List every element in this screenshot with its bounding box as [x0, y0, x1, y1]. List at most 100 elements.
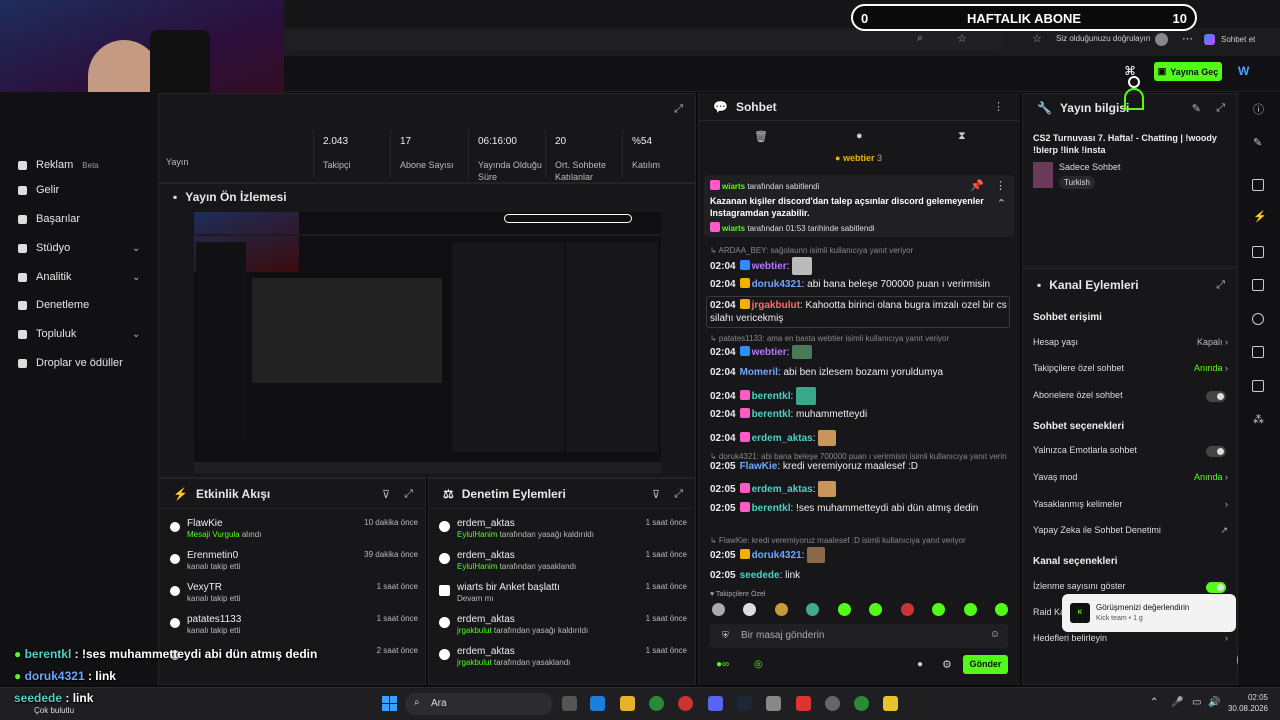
- chat-message[interactable]: 02:05 berentkl: !ses muhammetteydi abi dü…: [710, 502, 1010, 515]
- favorite-icon[interactable]: ☆: [957, 32, 967, 45]
- setting-followers-chat[interactable]: Takipçilere özel sohbet Anında ›: [1033, 363, 1228, 379]
- network-icon[interactable]: ▭: [1192, 697, 1201, 708]
- sidebar-item-analitik[interactable]: Analitik: [18, 268, 71, 286]
- chat-message[interactable]: 02:05 FlawKie: kredi veremiyoruz maalesef…: [710, 460, 1010, 473]
- play-icon[interactable]: [1252, 313, 1264, 325]
- subs-chat-toggle[interactable]: [1206, 391, 1226, 402]
- setting-emote-only[interactable]: Yalnızca Emotlarla sohbet: [1033, 445, 1228, 461]
- calculator-icon[interactable]: [766, 696, 781, 711]
- sidebar-item-studyo[interactable]: Stüdyo: [18, 239, 70, 257]
- volume-icon[interactable]: 🔊: [1208, 697, 1220, 708]
- app-icon[interactable]: [825, 696, 840, 711]
- filter-icon[interactable]: ⊽: [652, 488, 660, 501]
- stream-preview-video[interactable]: [194, 212, 661, 474]
- chat-icon[interactable]: [1252, 279, 1264, 291]
- task-view-icon[interactable]: [562, 696, 577, 711]
- chat-message[interactable]: 02:04 webtier:: [710, 257, 1010, 275]
- microphone-icon[interactable]: 🎤: [1171, 697, 1183, 708]
- emote-icon[interactable]: [932, 603, 946, 616]
- calendar-icon[interactable]: [1252, 346, 1264, 358]
- bolt-icon[interactable]: ⚡: [1253, 210, 1267, 223]
- emote-icon[interactable]: [743, 603, 757, 616]
- wrench-icon[interactable]: [1252, 380, 1264, 392]
- msg-user[interactable]: doruk4321: [752, 279, 802, 290]
- video-icon[interactable]: [796, 696, 811, 711]
- list-icon[interactable]: [1252, 246, 1264, 258]
- chat-message[interactable]: 02:04 berentkl:: [710, 387, 1010, 405]
- app-icon[interactable]: [678, 696, 693, 711]
- address-bar[interactable]: [284, 30, 1004, 50]
- app-logo-icon[interactable]: W: [1238, 64, 1249, 78]
- emote-icon[interactable]: [900, 603, 914, 616]
- chat-message[interactable]: 02:04 erdem_aktas:: [710, 430, 1010, 446]
- profile-avatar-icon[interactable]: [1155, 33, 1168, 46]
- chat-input-placeholder[interactable]: Bir masaj gönderin: [741, 630, 824, 641]
- msg-user[interactable]: erdem_aktas: [752, 433, 813, 444]
- chevron-up-icon[interactable]: ⌃: [1150, 697, 1158, 708]
- msg-user[interactable]: jrgakbulut: [752, 300, 800, 311]
- show-viewers-toggle[interactable]: [1206, 582, 1226, 593]
- chat-input[interactable]: ⛨ Bir masaj gönderin ☺: [710, 624, 1008, 648]
- go-live-button[interactable]: ▣ Yayına Geç: [1154, 62, 1222, 81]
- sidebar-item-droplar[interactable]: Droplar ve ödüller: [18, 354, 123, 372]
- expand-icon[interactable]: ⤢: [404, 488, 413, 501]
- chevron-down-icon[interactable]: ⌄: [132, 243, 140, 254]
- chat-message[interactable]: 02:04 Momeril: abi ben izlesem bozamı yor…: [710, 366, 1010, 379]
- pencil-icon[interactable]: ✎: [1253, 136, 1262, 149]
- expand-icon[interactable]: ⤢: [674, 103, 683, 116]
- setting-account-age[interactable]: Hesap yaşı Kapalı ›: [1033, 337, 1228, 353]
- emote-icon[interactable]: [994, 603, 1008, 616]
- filter-icon[interactable]: ⊽: [382, 488, 390, 501]
- msg-user[interactable]: doruk4321: [752, 550, 802, 561]
- share-icon[interactable]: ⁂: [1253, 413, 1264, 426]
- chat-bubble-icon[interactable]: ●: [917, 659, 923, 670]
- sidebar-item-basarilar[interactable]: Başarılar: [18, 210, 80, 228]
- trash-icon[interactable]: 🗑: [754, 130, 768, 143]
- file-explorer-icon[interactable]: [620, 696, 635, 711]
- more-icon[interactable]: ⋯: [1182, 32, 1193, 45]
- app-icon[interactable]: [854, 696, 869, 711]
- msg-user[interactable]: berentkl: [752, 409, 791, 420]
- favorites-list-icon[interactable]: ☆: [1032, 32, 1042, 45]
- sidebar-item-topluluk[interactable]: Topluluk: [18, 325, 76, 343]
- emote-icon[interactable]: [963, 603, 977, 616]
- chevron-down-icon[interactable]: ⌄: [132, 272, 140, 283]
- msg-user[interactable]: webtier: [752, 347, 787, 358]
- info-icon[interactable]: ⓘ: [1253, 101, 1264, 117]
- emote-icon[interactable]: [806, 603, 820, 616]
- emote-icon[interactable]: [712, 603, 725, 616]
- discord-icon[interactable]: [708, 696, 723, 711]
- gear-icon[interactable]: ⚙: [942, 658, 952, 671]
- chevron-down-icon[interactable]: ⌄: [132, 329, 140, 340]
- emoji-picker-icon[interactable]: ☺: [990, 629, 1000, 640]
- chat-message[interactable]: 02:04 doruk4321: abi bana beleşe 700000 p…: [710, 278, 1010, 291]
- pin-icon[interactable]: 📌: [970, 179, 984, 192]
- chat-message[interactable]: 02:05 seedede: link: [710, 569, 1010, 582]
- msg-user[interactable]: webtier: [752, 261, 787, 272]
- emote-icon[interactable]: [837, 603, 851, 616]
- sidebar-item-denetleme[interactable]: Denetleme: [18, 296, 89, 314]
- expand-icon[interactable]: ⤢: [1216, 102, 1225, 115]
- msg-user[interactable]: erdem_aktas: [752, 484, 813, 495]
- edge-icon[interactable]: [590, 696, 605, 711]
- send-button[interactable]: Gönder: [963, 655, 1008, 674]
- kebab-menu-icon[interactable]: ⋮: [993, 100, 1004, 113]
- zoom-icon[interactable]: ⌕: [917, 32, 923, 45]
- emote-icon[interactable]: [869, 603, 883, 616]
- emote-only-toggle[interactable]: [1206, 446, 1226, 457]
- layout-icon[interactable]: [1252, 179, 1264, 191]
- toast-notification[interactable]: K Görüşmenizi değerlendirin Kick team • …: [1062, 594, 1236, 632]
- chat-message[interactable]: 02:04 jrgakbulut: Kahootta birinci olana …: [710, 299, 1010, 325]
- refresh-icon[interactable]: ◎: [754, 659, 763, 670]
- app-icon[interactable]: [649, 696, 664, 711]
- taskbar-search[interactable]: ⌕ Ara: [405, 693, 553, 715]
- msg-user[interactable]: FlawKie: [740, 461, 778, 472]
- msg-user[interactable]: Momeril: [740, 367, 778, 378]
- sidebar-item-reklam[interactable]: Reklam Beta: [18, 156, 99, 174]
- setting-subs-chat[interactable]: Abonelere özel sohbet: [1033, 390, 1228, 406]
- windows-start-icon[interactable]: [382, 696, 397, 711]
- setting-slow-mode[interactable]: Yavaş mod Anında ›: [1033, 472, 1228, 488]
- infinity-icon[interactable]: ●∞: [716, 659, 729, 670]
- chevron-up-icon[interactable]: ⌃: [997, 197, 1006, 210]
- taskbar-clock[interactable]: 02:05 30.08.2026: [1226, 692, 1268, 714]
